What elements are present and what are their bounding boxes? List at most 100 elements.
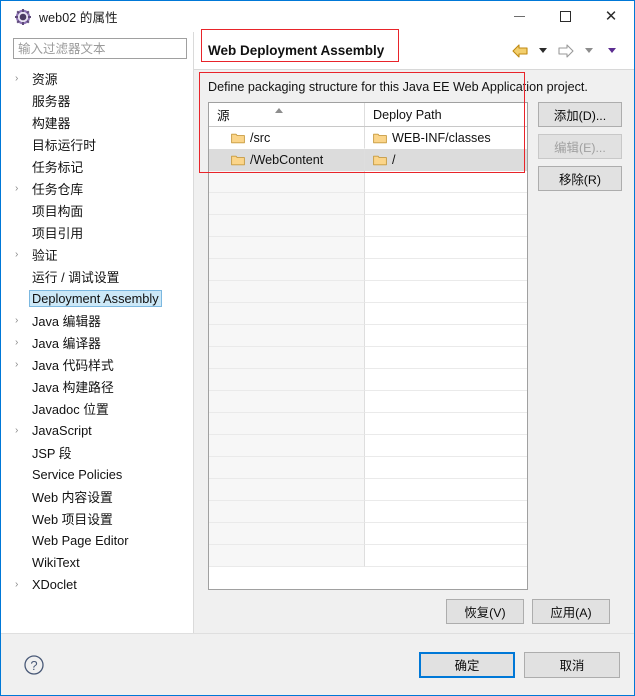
table-row[interactable]: /src WEB-INF/classes (209, 127, 527, 149)
sidebar-item-5[interactable]: › 任务仓库 (1, 177, 193, 199)
cell-source-empty (209, 237, 365, 259)
sidebar-item-16[interactable]: › JavaScript (1, 419, 193, 441)
sidebar-item-label: Javadoc 位置 (32, 401, 109, 417)
expand-chevron-right-icon[interactable]: › (15, 73, 29, 84)
expand-chevron-right-icon[interactable]: › (15, 337, 29, 348)
table-row-empty[interactable] (209, 413, 527, 435)
table-row-empty[interactable] (209, 545, 527, 567)
sidebar-item-0[interactable]: › 资源 (1, 67, 193, 89)
restore-defaults-button[interactable]: 恢复(V) (446, 599, 524, 624)
assembly-table[interactable]: 源 Deploy Path /src WEB-INF/classes/WebCon… (208, 102, 528, 590)
sidebar-item-17[interactable]: JSP 段 (1, 441, 193, 463)
expand-chevron-right-icon[interactable]: › (15, 249, 29, 260)
sidebar-item-19[interactable]: Web 内容设置 (1, 485, 193, 507)
back-menu-chevron-down-icon[interactable] (533, 41, 553, 61)
forward-arrow-icon[interactable] (556, 41, 576, 61)
sidebar-item-13[interactable]: › Java 代码样式 (1, 353, 193, 375)
cell-deploy-path-empty (365, 193, 527, 215)
sidebar-item-20[interactable]: Web 项目设置 (1, 507, 193, 529)
sidebar-item-21[interactable]: Web Page Editor (1, 529, 193, 551)
page-title: Web Deployment Assembly (208, 43, 385, 58)
expand-chevron-right-icon[interactable]: › (15, 183, 29, 194)
sidebar-item-label: 目标运行时 (32, 137, 96, 153)
folder-icon (231, 155, 245, 165)
sidebar-item-label: 任务仓库 (32, 181, 84, 197)
cell-source-empty (209, 391, 365, 413)
cell-deploy-path: WEB-INF/classes (365, 127, 527, 149)
cell-source-empty (209, 435, 365, 457)
table-row-empty[interactable] (209, 479, 527, 501)
remove-button[interactable]: 移除(R) (538, 166, 622, 191)
table-row-empty[interactable] (209, 281, 527, 303)
cell-source-empty (209, 347, 365, 369)
sidebar-item-3[interactable]: 目标运行时 (1, 133, 193, 155)
sidebar-item-7[interactable]: 项目引用 (1, 221, 193, 243)
help-question-icon[interactable]: ? (23, 654, 45, 676)
apply-buttons-row: 恢复(V) 应用(A) (208, 590, 622, 633)
sidebar-item-8[interactable]: › 验证 (1, 243, 193, 265)
expand-chevron-right-icon[interactable]: › (15, 315, 29, 326)
table-row-empty[interactable] (209, 171, 527, 193)
settings-tree: › 资源 服务器 构建器 目标运行时 任务标记 › 任务仓库 项目构面 项目引用 › 验证 运行 / 调… (1, 67, 193, 633)
table-row-empty[interactable] (209, 347, 527, 369)
table-row-empty[interactable] (209, 215, 527, 237)
column-header-source[interactable]: 源 (209, 103, 365, 126)
add-button[interactable]: 添加(D)... (538, 102, 622, 127)
ok-button[interactable]: 确定 (419, 651, 515, 678)
cancel-button[interactable]: 取消 (524, 651, 620, 678)
sidebar-item-label: Deployment Assembly (29, 289, 162, 307)
cell-deploy-path-empty (365, 501, 527, 523)
expand-chevron-right-icon[interactable]: › (15, 425, 29, 436)
sidebar-item-12[interactable]: › Java 编译器 (1, 331, 193, 353)
sidebar-item-23[interactable]: › XDoclet (1, 573, 193, 595)
table-row-empty[interactable] (209, 303, 527, 325)
cell-deploy-path-empty (365, 237, 527, 259)
filter-input[interactable] (13, 38, 187, 59)
close-button[interactable]: ✕ (588, 1, 634, 31)
cell-source-label: /src (250, 130, 271, 145)
table-header-row: 源 Deploy Path (209, 103, 527, 127)
table-row-empty[interactable] (209, 193, 527, 215)
table-row-empty[interactable] (209, 325, 527, 347)
settings-tree-panel: ›资源服务器构建器目标运行时任务标记›任务仓库项目构面项目引用›验证运行 / 调… (1, 32, 193, 633)
table-row-empty[interactable] (209, 369, 527, 391)
cell-source-empty (209, 545, 365, 567)
table-row-empty[interactable] (209, 391, 527, 413)
cell-deploy-path-empty (365, 413, 527, 435)
cell-deploy-path-empty (365, 259, 527, 281)
sidebar-item-18[interactable]: Service Policies (1, 463, 193, 485)
cell-source-empty (209, 413, 365, 435)
table-row-empty[interactable] (209, 435, 527, 457)
view-menu-chevron-down-icon[interactable] (602, 41, 622, 61)
sidebar-item-6[interactable]: 项目构面 (1, 199, 193, 221)
sidebar-item-9[interactable]: 运行 / 调试设置 (1, 265, 193, 287)
sidebar-item-1[interactable]: 服务器 (1, 89, 193, 111)
table-row-empty[interactable] (209, 501, 527, 523)
back-arrow-icon[interactable] (510, 41, 530, 61)
table-row[interactable]: /WebContent / (209, 149, 527, 171)
sidebar-item-10[interactable]: Deployment Assembly (1, 287, 193, 309)
sidebar-item-14[interactable]: Java 构建路径 (1, 375, 193, 397)
sidebar-item-22[interactable]: WikiText (1, 551, 193, 573)
sidebar-item-2[interactable]: 构建器 (1, 111, 193, 133)
column-header-deploy-path[interactable]: Deploy Path (365, 103, 527, 126)
sidebar-item-4[interactable]: 任务标记 (1, 155, 193, 177)
cell-source-empty (209, 215, 365, 237)
forward-menu-chevron-down-icon[interactable] (579, 41, 599, 61)
table-row-empty[interactable] (209, 237, 527, 259)
expand-chevron-right-icon[interactable]: › (15, 359, 29, 370)
expand-chevron-right-icon[interactable]: › (15, 579, 29, 590)
apply-button[interactable]: 应用(A) (532, 599, 610, 624)
cell-source-empty (209, 171, 365, 193)
table-row-empty[interactable] (209, 457, 527, 479)
table-row-empty[interactable] (209, 523, 527, 545)
table-row-empty[interactable] (209, 259, 527, 281)
maximize-button[interactable] (542, 1, 588, 31)
sidebar-item-label: Web 内容设置 (32, 489, 113, 505)
sidebar-item-11[interactable]: › Java 编辑器 (1, 309, 193, 331)
sidebar-item-15[interactable]: Javadoc 位置 (1, 397, 193, 419)
minimize-button[interactable] (496, 1, 542, 31)
page-content: Define packaging structure for this Java… (194, 70, 634, 633)
folder-icon (373, 155, 387, 165)
minimize-icon (513, 15, 525, 17)
